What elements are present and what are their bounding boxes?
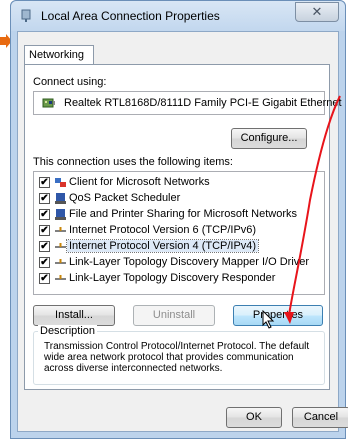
network-card-icon <box>42 98 55 108</box>
protocol-icon <box>55 275 66 280</box>
install-button[interactable]: Install... <box>33 305 115 326</box>
ok-button[interactable]: OK <box>226 407 282 428</box>
item-label: Link-Layer Topology Discovery Responder <box>69 272 276 284</box>
checkbox[interactable]: ✔ <box>39 209 50 220</box>
properties-button[interactable]: Properties <box>233 305 323 326</box>
list-item-lltd-mapper[interactable]: ✔ Link-Layer Topology Discovery Mapper I… <box>37 256 321 270</box>
list-item-qos[interactable]: ✔ QoS Packet Scheduler <box>37 192 321 206</box>
checkbox[interactable]: ✔ <box>39 177 50 188</box>
items-label: This connection uses the following items… <box>33 156 233 168</box>
list-item-file-printer-sharing[interactable]: ✔ File and Printer Sharing for Microsoft… <box>37 208 321 222</box>
item-label: Client for Microsoft Networks <box>69 176 210 188</box>
item-label: File and Printer Sharing for Microsoft N… <box>69 208 298 220</box>
list-item-lltd-responder[interactable]: ✔ Link-Layer Topology Discovery Responde… <box>37 272 321 286</box>
protocol-icon <box>55 259 66 264</box>
close-button[interactable]: ✕ <box>295 2 339 22</box>
uninstall-button[interactable]: Uninstall <box>133 305 215 326</box>
description-group: Description Transmission Control Protoco… <box>33 325 325 385</box>
network-client-icon <box>55 178 66 187</box>
item-label: Internet Protocol Version 6 (TCP/IPv6) <box>69 224 257 236</box>
service-icon <box>55 209 66 220</box>
description-legend: Description <box>38 325 98 337</box>
networking-panel: Connect using: Realtek RTL8168D/8111D Fa… <box>24 64 342 390</box>
item-label: Internet Protocol Version 4 (TCP/IPv4) <box>65 239 260 253</box>
cancel-button[interactable]: Cancel <box>292 407 348 428</box>
protocol-icon <box>55 227 66 232</box>
adapter-name: Realtek RTL8168D/8111D Family PCI-E Giga… <box>64 97 342 109</box>
list-item-ipv6[interactable]: ✔ Internet Protocol Version 6 (TCP/IPv6) <box>37 224 321 238</box>
network-adapter-icon <box>21 9 31 22</box>
configure-button[interactable]: Configure... <box>231 128 307 149</box>
protocol-icon <box>55 243 66 248</box>
checkbox[interactable]: ✔ <box>39 193 50 204</box>
description-line: Transmission Control Protocol/Internet P… <box>44 341 310 352</box>
checkbox[interactable]: ✔ <box>39 273 50 284</box>
service-icon <box>55 193 66 204</box>
item-label: QoS Packet Scheduler <box>69 192 181 204</box>
properties-window: Local Area Connection Properties ✕ Netwo… <box>10 0 348 439</box>
checkbox[interactable]: ✔ <box>39 225 50 236</box>
window-title: Local Area Connection Properties <box>41 9 220 23</box>
description-line: wide area network protocol that provides… <box>44 352 294 363</box>
checkbox[interactable]: ✔ <box>39 257 50 268</box>
connect-using-label: Connect using: <box>33 76 107 88</box>
items-list[interactable]: ✔ Client for Microsoft Networks ✔ QoS Pa… <box>33 171 325 295</box>
description-text: Transmission Control Protocol/Internet P… <box>44 341 320 374</box>
mouse-cursor-icon <box>262 310 275 329</box>
checkbox[interactable]: ✔ <box>39 241 50 252</box>
adapter-field: Realtek RTL8168D/8111D Family PCI-E Giga… <box>33 91 342 115</box>
list-item-ipv4[interactable]: ✔ Internet Protocol Version 4 (TCP/IPv4) <box>37 239 321 254</box>
tab-networking[interactable]: Networking <box>24 45 94 65</box>
title-bar[interactable]: Local Area Connection Properties ✕ <box>11 1 345 31</box>
list-item-client-networks[interactable]: ✔ Client for Microsoft Networks <box>37 176 321 190</box>
dialog-client-area: Networking Connect using: Realtek RTL816… <box>17 31 348 432</box>
description-line: across diverse interconnected networks. <box>44 363 223 374</box>
item-label: Link-Layer Topology Discovery Mapper I/O… <box>69 256 310 268</box>
close-icon: ✕ <box>311 4 323 19</box>
